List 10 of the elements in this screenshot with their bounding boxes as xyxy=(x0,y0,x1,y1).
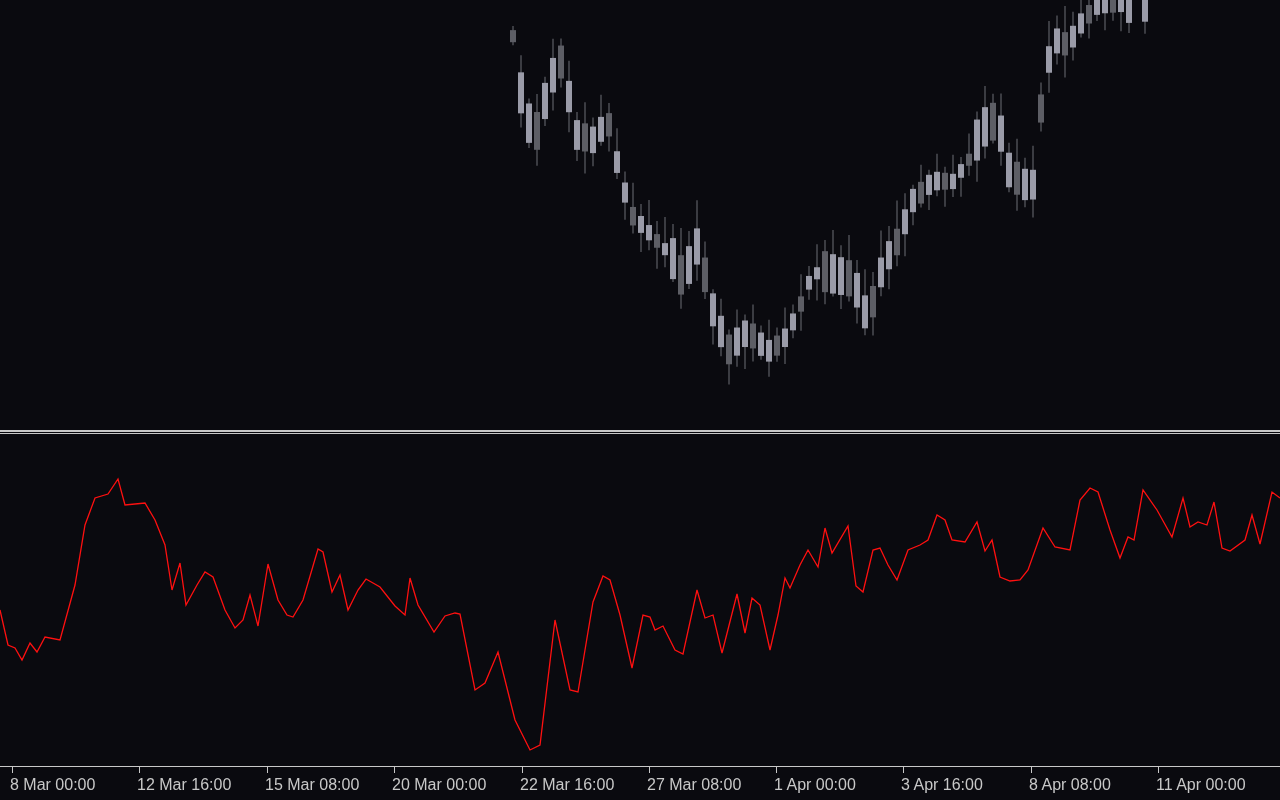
axis-label: 3 Apr 16:00 xyxy=(901,776,983,794)
axis-label: 27 Mar 08:00 xyxy=(647,776,742,794)
axis-label: 20 Mar 00:00 xyxy=(392,776,487,794)
axis-label: 8 Mar 00:00 xyxy=(10,776,96,794)
axis-label: 11 Apr 00:00 xyxy=(1156,776,1246,794)
axis-label: 1 Apr 00:00 xyxy=(774,776,856,794)
axis-label: 12 Mar 16:00 xyxy=(137,776,232,794)
axis-label: 8 Apr 08:00 xyxy=(1029,776,1111,794)
axis-label: 15 Mar 08:00 xyxy=(265,776,360,794)
axis-label: 22 Mar 16:00 xyxy=(520,776,615,794)
